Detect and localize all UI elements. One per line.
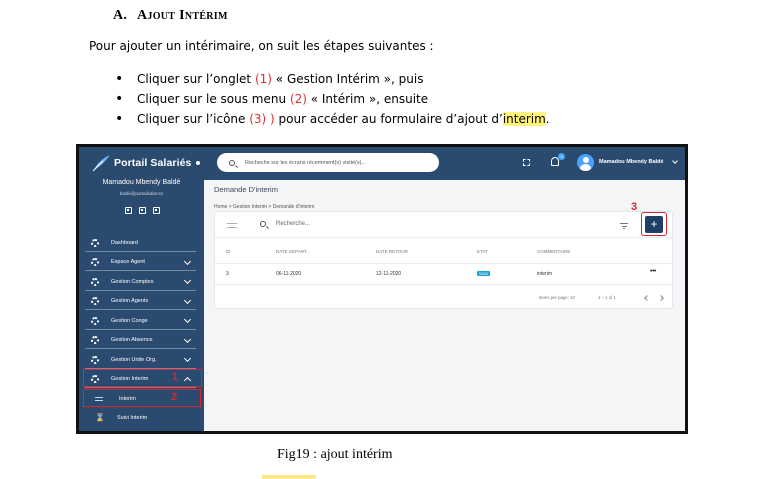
cell-date-retour: 12-11-2020	[376, 271, 402, 277]
cell-date-depart: 06-11-2020	[276, 271, 302, 277]
gear-icon	[91, 238, 99, 247]
global-search-input[interactable]: Recheche sur les écrans récemment(s) vis…	[217, 153, 439, 172]
sidebar-subitem-suivi-interim[interactable]: ⌛ Suivi Interim	[79, 409, 204, 429]
columns-icon[interactable]	[227, 223, 237, 228]
gear-icon	[91, 336, 99, 345]
profile-icon[interactable]	[125, 207, 132, 214]
brand: Portail Salariés	[91, 152, 201, 174]
filter-icon[interactable]	[620, 223, 628, 229]
caption-highlight	[262, 475, 316, 479]
annotation-number-2: 2	[171, 391, 178, 403]
gear-icon	[91, 297, 99, 306]
intro-paragraph: Pour ajouter un intérimaire, on suit les…	[89, 39, 434, 53]
sidebar-item-gestion-unite-org[interactable]: Gestion Unite Org.	[79, 350, 204, 370]
table-row[interactable]: 3 06-11-2020 12-11-2020 SAISI interim ••…	[215, 265, 672, 285]
cell-commentaire: interim	[537, 271, 553, 277]
sidebar-item-gestion-comptes[interactable]: Gestion Comptes	[79, 272, 204, 292]
gear-icon	[91, 355, 99, 364]
breadcrumb-page: Demande d'interim	[272, 204, 315, 210]
top-user-name[interactable]: Mamadou Mbendy Baldé	[599, 159, 663, 165]
breadcrumb-home[interactable]: Home	[214, 204, 227, 210]
notification-badge: 3	[558, 153, 565, 160]
chevron-left-icon[interactable]	[644, 295, 650, 301]
heading-number: A.	[113, 8, 128, 23]
step-marker: (2)	[289, 92, 307, 106]
step-item: Cliquer sur l’icône (3) ) pour accéder a…	[113, 109, 550, 129]
column-header-commentaire[interactable]: COMMENTAIRE	[537, 249, 570, 254]
feather-logo-icon	[92, 155, 110, 172]
status-dot-icon	[196, 161, 201, 165]
column-header-date-depart[interactable]: DATE DEPART	[276, 249, 307, 254]
top-bar: Recheche sur les écrans récemment(s) vis…	[204, 147, 685, 180]
highlight-box-gestion-interim	[83, 369, 202, 387]
highlight-box-add-button	[641, 212, 667, 236]
highlight-box-interim	[83, 389, 201, 407]
search-icon	[260, 221, 266, 227]
sidebar-user-email: baldé@portailsalar.sn	[119, 191, 164, 196]
interim-table-card: Recherche... + 3 ID DATE DEPART DATE RET…	[214, 201, 673, 309]
annotation-number-1: 1	[172, 371, 179, 383]
chevron-down-icon	[183, 276, 192, 285]
steps-list: Cliquer sur l’onglet (1) « Gestion Intér…	[113, 69, 550, 129]
calendar-icon[interactable]	[139, 207, 146, 214]
sidebar-user-name: Mamadou Mbendy Baldé	[102, 179, 181, 186]
more-actions-icon[interactable]: •••	[650, 268, 656, 275]
search-icon	[229, 159, 235, 166]
annotation-number-3: 3	[631, 201, 638, 213]
app-screenshot: Portail Salariés Mamadou Mbendy Baldé ba…	[76, 144, 688, 434]
column-header-id[interactable]: ID	[226, 249, 231, 254]
table-header: ID DATE DEPART DATE RETOUR ETAT COMMENTA…	[215, 240, 672, 264]
chevron-down-icon	[183, 354, 192, 363]
breadcrumb-section[interactable]: Gestion Interim	[233, 204, 267, 210]
chevron-down-icon	[183, 315, 192, 324]
table-toolbar: Recherche... + 3	[215, 201, 672, 238]
page-title: Demande D'interim	[214, 185, 278, 194]
step-item: Cliquer sur l’onglet (1) « Gestion Intér…	[113, 69, 550, 89]
gear-icon	[91, 316, 99, 325]
sidebar-item-gestion-absence[interactable]: Gestion Absence	[79, 331, 204, 351]
step-marker: (3) )	[249, 112, 275, 126]
chevron-down-icon[interactable]	[672, 158, 678, 164]
sidebar-item-dashboard[interactable]: Dashboard	[79, 233, 204, 253]
user-actions	[125, 207, 160, 214]
table-search-input[interactable]: Recherche...	[260, 221, 310, 227]
status-badge: SAISI	[477, 271, 491, 276]
sidebar-item-espace-agent[interactable]: Espace Agent	[79, 253, 204, 273]
avatar[interactable]	[577, 154, 594, 171]
step-item: Cliquer sur le sous menu (2) « Intérim »…	[113, 89, 550, 109]
highlighted-word: interim	[502, 112, 546, 126]
gear-icon	[91, 277, 99, 286]
page-range: 1 – 1 of 1	[598, 295, 616, 300]
chevron-down-icon	[183, 257, 192, 265]
brand-name: Portail Salariés	[114, 157, 192, 169]
items-per-page[interactable]: Items per page: 10	[539, 295, 575, 300]
heading-text: Ajout Intérim	[137, 8, 228, 23]
chevron-down-icon	[183, 296, 192, 304]
breadcrumb: Home > Gestion Interim > Demande d'inter…	[214, 204, 315, 210]
sidebar: Portail Salariés Mamadou Mbendy Baldé ba…	[79, 147, 204, 431]
figure-caption: Fig19 : ajout intérim	[277, 447, 393, 462]
gear-icon	[91, 258, 99, 267]
column-header-date-retour[interactable]: DATE RETOUR	[376, 249, 408, 254]
settings-icon[interactable]	[153, 207, 160, 214]
section-heading: A. Ajout Intérim	[113, 8, 228, 24]
step-marker: (1)	[254, 72, 272, 86]
fullscreen-icon[interactable]	[523, 159, 530, 166]
sidebar-item-gestion-conge[interactable]: Gestion Conge	[79, 311, 204, 331]
chevron-right-icon[interactable]	[658, 295, 664, 301]
hourglass-icon: ⌛	[95, 413, 105, 423]
column-header-etat[interactable]: ETAT	[477, 249, 488, 254]
chevron-down-icon	[183, 335, 192, 343]
sidebar-item-gestion-agents[interactable]: Gestion Agents	[79, 292, 204, 312]
paginator: Items per page: 10 1 – 1 of 1	[215, 285, 672, 309]
main-content: Demande D'interim Home > Gestion Interim…	[204, 180, 685, 431]
cell-id: 3	[226, 271, 229, 277]
